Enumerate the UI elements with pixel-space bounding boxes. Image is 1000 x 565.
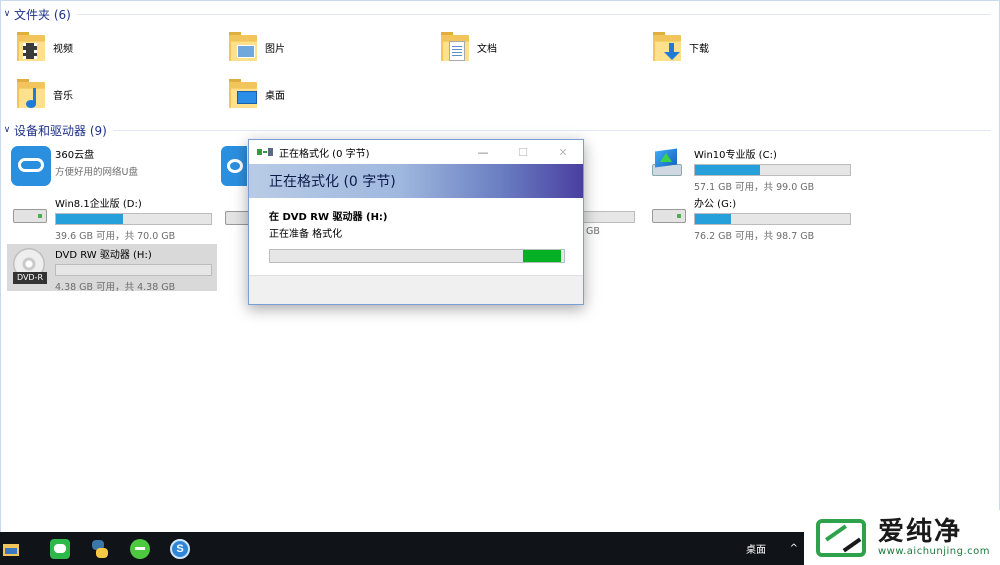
folder-item-music[interactable]: 音乐 [15,74,215,114]
folder-label: 文档 [477,43,497,55]
music-folder-icon [15,76,51,112]
target-drive-text: 在 DVD RW 驱动器 (H:) [269,212,388,223]
chat-app-icon [50,538,70,559]
folder-label: 视频 [53,43,73,55]
dialog-body: 在 DVD RW 驱动器 (H:) 正在准备 格式化 [249,198,583,276]
drive-free-text: 4.38 GB 可用，共 4.38 GB [55,282,176,293]
browser-s-icon: S [170,538,190,559]
drive-free-text: 39.6 GB 可用，共 70.0 GB [55,231,176,242]
maximize-icon: ☐ [518,145,528,159]
chevron-up-icon: ^ [789,543,798,554]
dialog-banner-title: 正在格式化 (0 字节) [269,174,396,190]
devices-group-header[interactable]: ∨ 设备和驱动器 (9) [1,121,991,139]
watermark-url: www.aichunjing.com [878,546,990,557]
format-progress-dialog: 正在格式化 (0 字节) — ☐ ✕ 正在格式化 (0 字节) 在 DVD RW… [248,139,584,305]
watermark-brand: 爱纯净 [878,517,963,547]
folder-label: 桌面 [265,90,285,102]
drive-name: DVD RW 驱动器 (H:) [55,250,152,261]
dvd-drive-icon: DVD-R [7,244,53,286]
folder-item-videos[interactable]: 视频 [15,27,215,67]
usage-fill [695,214,731,224]
explorer-window: ∨ 文件夹 (6) 视频 图片 文档 下载 音乐 桌面 ∨ 设备和驱动器 (9)… [0,0,1000,532]
format-app-icon [257,147,273,157]
tray-expand-button[interactable]: ^ [790,532,798,565]
drive-name: 360云盘 [55,150,95,161]
drive-usage-bar [694,164,851,176]
system-drive-icon [646,144,692,186]
hard-drive-icon [646,193,692,235]
taskbar-explorer-button[interactable] [0,532,22,565]
collapse-chevron-icon[interactable]: ∨ [1,125,13,135]
taskbar-python-button[interactable] [80,532,120,565]
usage-fill [695,165,761,175]
drive-item-h[interactable]: DVD-R DVD RW 驱动器 (H:) 4.38 GB 可用，共 4.38 … [7,244,217,293]
drive-free-text: 76.2 GB 可用，共 98.7 GB [694,231,815,242]
drive-usage-bar [694,213,851,225]
taskbar-desktop-label[interactable]: 桌面 [746,532,766,565]
close-button[interactable]: ✕ [543,140,583,164]
dialog-banner: 正在格式化 (0 字节) [249,164,583,198]
group-divider [112,129,991,131]
dialog-title: 正在格式化 (0 字节) [279,148,370,160]
group-divider [76,13,991,15]
minimize-icon: — [477,145,489,159]
drive-subtitle: 方便好用的网络U盘 [55,167,138,178]
partial-usage-bar [583,211,635,223]
downloads-folder-icon [651,29,687,65]
folders-group-header[interactable]: ∨ 文件夹 (6) [1,5,991,23]
site-watermark: 爱纯净 www.aichunjing.com [804,510,1000,565]
folder-item-pictures[interactable]: 图片 [227,27,427,67]
close-icon: ✕ [558,145,568,159]
taskbar-browser-button[interactable]: S [160,532,200,565]
cloud-drive-icon [7,144,53,186]
minimize-button[interactable]: — [463,140,503,164]
folder-label: 图片 [265,43,285,55]
drive-name: Win8.1企业版 (D:) [55,199,142,210]
drive-name: Win10专业版 (C:) [694,150,777,161]
folder-item-desktop[interactable]: 桌面 [227,74,427,114]
folders-group-title: 文件夹 (6) [14,7,71,22]
taskbar-app-chat-button[interactable] [40,532,80,565]
drive-name: 办公 (G:) [694,199,737,210]
collapse-chevron-icon[interactable]: ∨ [1,9,13,19]
desktop-folder-icon [227,76,263,112]
drive-item-360-cloud[interactable]: 360云盘 方便好用的网络U盘 [7,144,217,190]
partial-free-text: GB [586,226,600,237]
drive-free-text: 57.1 GB 可用，共 99.0 GB [694,182,815,193]
green-circle-app-icon [130,538,150,559]
dvd-badge: DVD-R [13,272,47,284]
documents-folder-icon [439,29,475,65]
drive-item-c[interactable]: Win10专业版 (C:) 57.1 GB 可用，共 99.0 GB [646,144,856,193]
folder-label: 下载 [689,43,709,55]
devices-group-title: 设备和驱动器 (9) [14,123,107,138]
folder-item-downloads[interactable]: 下载 [651,27,851,67]
link-icon [227,159,243,173]
dialog-titlebar[interactable]: 正在格式化 (0 字节) — ☐ ✕ [249,140,583,164]
drive-item-g[interactable]: 办公 (G:) 76.2 GB 可用，共 98.7 GB [646,193,856,242]
pictures-folder-icon [227,29,263,65]
python-icon [90,539,110,559]
taskbar-green-app-button[interactable] [120,532,160,565]
folder-label: 音乐 [53,90,73,102]
drive-item-d[interactable]: Win8.1企业版 (D:) 39.6 GB 可用，共 70.0 GB [7,193,217,242]
hard-drive-icon [7,193,53,235]
file-explorer-icon [3,542,19,556]
folder-item-documents[interactable]: 文档 [439,27,639,67]
format-progress-bar [269,249,565,263]
drive-usage-bar [55,213,212,225]
aichunjing-logo-icon [814,517,870,559]
usage-fill [56,214,123,224]
progress-fill [522,250,562,262]
partial-hard-drive-icon[interactable] [225,211,249,225]
status-text: 正在准备 格式化 [269,229,343,240]
drive-usage-bar [55,264,212,276]
video-folder-icon [15,29,51,65]
maximize-button[interactable]: ☐ [503,140,543,164]
